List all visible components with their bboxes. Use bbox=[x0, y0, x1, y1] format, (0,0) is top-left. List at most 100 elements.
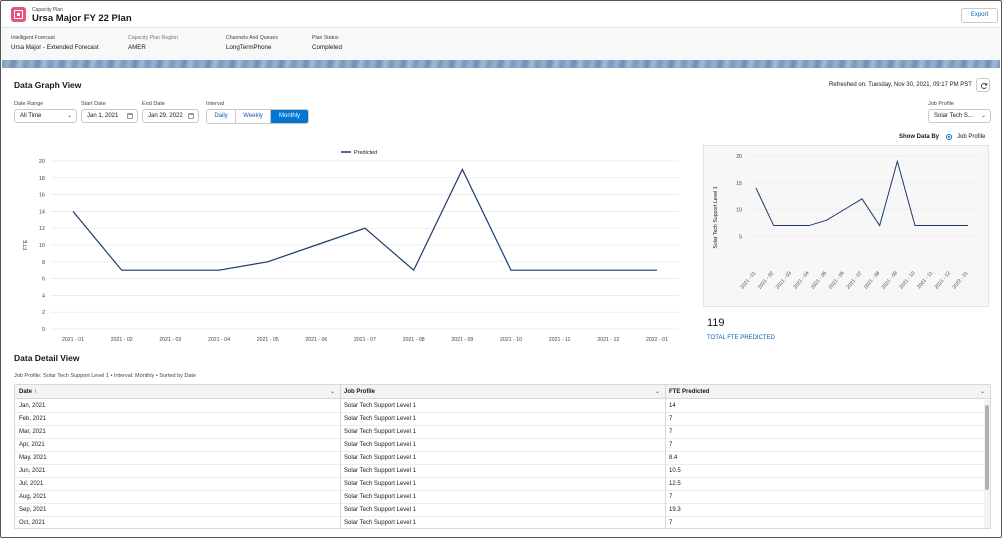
column-header-date[interactable]: Date ↑ ⌄ bbox=[15, 385, 340, 399]
highlight-label: Plan Status bbox=[312, 35, 339, 41]
cell-fte: 7 bbox=[669, 520, 673, 526]
cell-date: Mar, 2021 bbox=[19, 429, 46, 435]
detail-table: Date ↑ ⌄ Job Profile ⌄ FTE Predicted ⌄ J… bbox=[14, 384, 991, 529]
x-tick-label: 2021 - 04 bbox=[208, 337, 230, 343]
cell-fte: 14 bbox=[669, 403, 676, 409]
job-profile-value: Solar Tech S... bbox=[934, 113, 973, 119]
series-line bbox=[755, 159, 968, 227]
date-range-value: All Time bbox=[20, 113, 42, 119]
x-tick-label: 2021 - 07 bbox=[354, 337, 376, 343]
table-row[interactable]: Oct, 2021 Solar Tech Support Level 1 7 bbox=[15, 517, 990, 528]
chevron-down-icon[interactable]: ⌄ bbox=[980, 385, 985, 399]
table-row[interactable]: Mar, 2021 Solar Tech Support Level 1 7 bbox=[15, 426, 990, 439]
cell-date: Feb, 2021 bbox=[19, 416, 47, 422]
highlight-label: Capacity Plan Region bbox=[128, 35, 178, 41]
table-row[interactable]: Jan, 2021 Solar Tech Support Level 1 14 bbox=[15, 400, 990, 413]
column-header-job-profile[interactable]: Job Profile ⌄ bbox=[340, 385, 665, 399]
highlights-panel: Intelligent Forecast Ursa Major - Extend… bbox=[2, 28, 1000, 60]
job-profile-radio-label: Job Profile bbox=[957, 134, 986, 140]
x-tick-label: 2021 - 09 bbox=[451, 337, 473, 343]
date-range-select[interactable]: All Time ⌄ bbox=[14, 109, 77, 123]
cell-date: Jun, 2021 bbox=[19, 468, 46, 474]
show-data-by-label: Show Data By bbox=[899, 134, 940, 140]
cell-job-profile: Solar Tech Support Level 1 bbox=[344, 442, 416, 448]
record-header: Capacity Plan Ursa Major FY 22 Plan Expo… bbox=[2, 2, 1000, 28]
table-scrollbar[interactable] bbox=[984, 400, 990, 528]
x-tick-label: 2022 - 01 bbox=[646, 337, 668, 343]
interval-label: Interval bbox=[206, 101, 225, 107]
x-tick-label: 2021 - 03 bbox=[159, 337, 181, 343]
cell-fte: 7 bbox=[669, 429, 673, 435]
chevron-down-icon: ⌄ bbox=[980, 113, 986, 119]
y-tick-label: 12 bbox=[39, 226, 45, 232]
interval-weekly-button[interactable]: Weekly bbox=[236, 110, 271, 123]
cell-date: Oct, 2021 bbox=[19, 520, 46, 526]
y-axis-label: Solar Tech Support Level 1 bbox=[713, 186, 719, 248]
start-date-input[interactable]: Jan 1, 2021 bbox=[81, 109, 138, 123]
y-tick-label: 20 bbox=[736, 154, 742, 160]
table-row[interactable]: Apr, 2021 Solar Tech Support Level 1 7 bbox=[15, 439, 990, 452]
scrollbar-thumb[interactable] bbox=[985, 405, 989, 490]
x-tick-label: 2021 - 11 bbox=[916, 270, 934, 290]
y-axis-label: FTE bbox=[23, 239, 29, 250]
page-title: Ursa Major FY 22 Plan bbox=[32, 13, 132, 24]
table-header: Date ↑ ⌄ Job Profile ⌄ FTE Predicted ⌄ bbox=[15, 385, 990, 399]
interval-toggle: Daily Weekly Monthly bbox=[206, 109, 309, 124]
job-profile-radio[interactable] bbox=[946, 134, 952, 140]
y-tick-label: 4 bbox=[42, 293, 45, 299]
job-profile-line-chart: 5 10 15 20 Solar Tech Support Level 1 2021 - … bbox=[713, 154, 976, 290]
table-row[interactable]: Sep, 2021 Solar Tech Support Level 1 19.3 bbox=[15, 504, 990, 517]
calendar-icon bbox=[127, 113, 133, 119]
interval-monthly-button[interactable]: Monthly bbox=[271, 110, 308, 123]
table-row[interactable]: Jul, 2021 Solar Tech Support Level 1 12.5 bbox=[15, 478, 990, 491]
x-tick-label: 2021 - 04 bbox=[792, 270, 810, 290]
highlight-value: Completed bbox=[312, 44, 342, 51]
cell-fte: 12.5 bbox=[669, 481, 681, 487]
export-button[interactable]: Export bbox=[961, 8, 998, 23]
total-fte-label: TOTAL FTE PREDICTED bbox=[707, 335, 775, 341]
interval-daily-button[interactable]: Daily bbox=[207, 110, 236, 123]
cell-date: Apr, 2021 bbox=[19, 442, 45, 448]
cell-fte: 7 bbox=[669, 494, 673, 500]
job-profile-label: Job Profile bbox=[928, 101, 954, 107]
x-tick-label: 2021 - 08 bbox=[403, 337, 425, 343]
x-tick-label: 2021 - 02 bbox=[757, 270, 775, 290]
start-date-value: Jan 1, 2021 bbox=[87, 113, 119, 119]
end-date-input[interactable]: Jan 29, 2022 bbox=[142, 109, 199, 123]
table-row[interactable]: Aug, 2021 Solar Tech Support Level 1 7 bbox=[15, 491, 990, 504]
total-fte-value: 119 bbox=[707, 317, 725, 329]
column-header-label: FTE Predicted bbox=[669, 389, 710, 395]
cell-job-profile: Solar Tech Support Level 1 bbox=[344, 403, 416, 409]
x-tick-label: 2021 - 06 bbox=[828, 270, 846, 290]
date-range-label: Date Range bbox=[14, 101, 44, 107]
x-tick-label: 2021 - 02 bbox=[111, 337, 133, 343]
column-header-fte[interactable]: FTE Predicted ⌄ bbox=[665, 385, 990, 399]
refresh-icon bbox=[981, 82, 988, 89]
x-tick-label: 2021 - 05 bbox=[810, 270, 828, 290]
table-row[interactable]: Feb, 2021 Solar Tech Support Level 1 7 bbox=[15, 413, 990, 426]
cell-job-profile: Solar Tech Support Level 1 bbox=[344, 494, 416, 500]
app-frame: Capacity Plan Ursa Major FY 22 Plan Expo… bbox=[0, 0, 1002, 538]
y-tick-label: 16 bbox=[39, 193, 45, 199]
table-row[interactable]: May, 2021 Solar Tech Support Level 1 8.4 bbox=[15, 452, 990, 465]
x-tick-label: 2021 - 05 bbox=[257, 337, 279, 343]
cell-date: Jan, 2021 bbox=[19, 403, 46, 409]
end-date-value: Jan 29, 2022 bbox=[148, 113, 183, 119]
graph-view-title: Data Graph View bbox=[14, 80, 82, 90]
job-profile-select[interactable]: Solar Tech S... ⌄ bbox=[928, 109, 991, 123]
refreshed-text: Refreshed on: Tuesday, Nov 30, 2021, 09:… bbox=[829, 82, 972, 88]
y-tick-label: 15 bbox=[736, 181, 742, 187]
table-row[interactable]: Jun, 2021 Solar Tech Support Level 1 10.5 bbox=[15, 465, 990, 478]
chevron-down-icon[interactable]: ⌄ bbox=[330, 385, 335, 399]
refresh-button[interactable] bbox=[976, 78, 990, 92]
cell-job-profile: Solar Tech Support Level 1 bbox=[344, 481, 416, 487]
cell-fte: 8.4 bbox=[669, 455, 678, 461]
job-profile-chart-panel: 5 10 15 20 Solar Tech Support Level 1 2021 - … bbox=[703, 145, 989, 307]
x-tick-label: 2021 - 03 bbox=[775, 270, 793, 290]
chevron-down-icon[interactable]: ⌄ bbox=[655, 385, 660, 399]
x-tick-label: 2021 - 10 bbox=[898, 270, 916, 290]
cell-job-profile: Solar Tech Support Level 1 bbox=[344, 468, 416, 474]
detail-view-title: Data Detail View bbox=[14, 353, 80, 363]
cell-fte: 10.5 bbox=[669, 468, 681, 474]
capacity-plan-icon bbox=[11, 7, 26, 22]
